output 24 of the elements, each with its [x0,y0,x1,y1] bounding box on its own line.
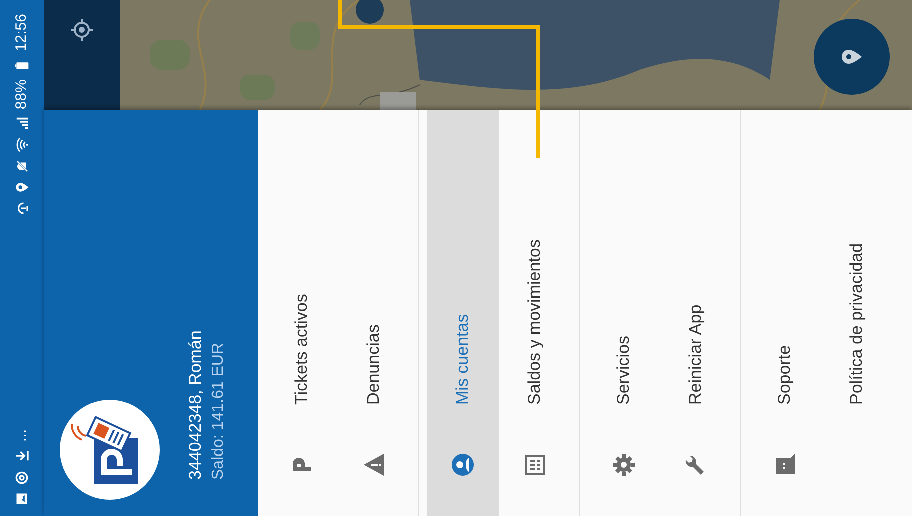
menu-item[interactable]: Política de privacidad [821,110,893,516]
menu-item[interactable]: Reiniciar App [660,110,732,516]
warning-icon [362,453,386,477]
clock: 12:56 [13,14,31,52]
menu-item[interactable]: Soporte [749,110,821,516]
calendar-icon [523,453,547,477]
notification-overflow: ... [13,429,31,442]
menu-item[interactable]: Saldos y movimientos [499,110,571,516]
wifi-icon [14,136,30,153]
battery-percentage: 88% [13,80,31,110]
locate-icon[interactable] [70,18,94,42]
account-icon [451,453,475,477]
settings-icon [612,453,636,477]
mute-icon [14,158,30,174]
menu-item[interactable]: Tickets activos [266,110,338,516]
chat-icon [773,453,797,477]
menu-item[interactable]: Denuncias [338,110,410,516]
account-name: 344042348, Román [185,330,206,480]
menu-item[interactable]: Servicios [588,110,660,516]
parking-logo-icon [60,400,160,500]
image-icon [15,492,29,506]
menu-item[interactable]: Mis cuentas [427,110,499,516]
account-balance: Saldo: 141.61 EUR [209,342,228,480]
signal-icon [14,116,30,131]
